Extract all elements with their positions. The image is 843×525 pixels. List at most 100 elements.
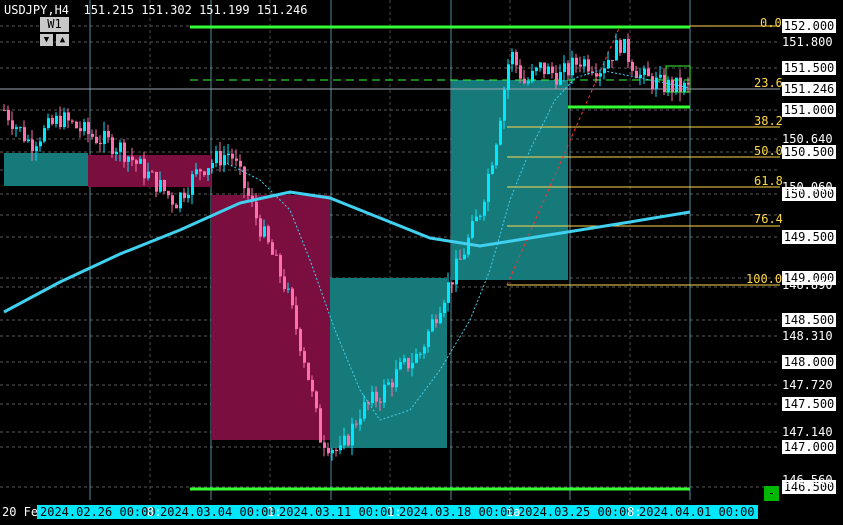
candle-body [143, 158, 146, 179]
candle-body [519, 65, 522, 79]
candle-body [239, 160, 242, 167]
candle-body [447, 282, 450, 303]
candle-body [559, 72, 562, 85]
candle-body [131, 156, 134, 161]
fibonacci-level-label: 23.6 [754, 76, 783, 90]
candle-body [303, 351, 306, 363]
candle-body [119, 142, 122, 152]
candle-body [535, 67, 538, 71]
candle-body [511, 52, 514, 65]
price-tick-label: 150.060 [782, 180, 833, 194]
candle-body [163, 180, 166, 192]
candle-body [79, 128, 82, 132]
candle-body [495, 144, 498, 166]
session-box [330, 278, 447, 448]
candle-body [531, 70, 534, 82]
candle-body [271, 242, 274, 255]
candle-body [19, 127, 22, 129]
price-tick-label: 147.140 [782, 425, 833, 439]
candle-body [323, 442, 326, 448]
fibonacci-level-label: 100.0 [746, 272, 783, 286]
timeframe-box[interactable]: W1 [40, 17, 69, 32]
price-tick-label: 150.640 [782, 132, 833, 146]
candle-body [351, 423, 354, 446]
scroll-down-arrow-icon[interactable]: ▼ [40, 34, 53, 46]
chart-window[interactable]: USDJPY,H4 151.215 151.302 151.199 151.24… [0, 0, 843, 525]
candle-body [287, 288, 290, 290]
candle-body [127, 156, 130, 162]
price-chart-canvas[interactable] [0, 0, 843, 525]
candle-body [51, 118, 54, 124]
candle-body [515, 52, 518, 66]
candle-body [187, 194, 190, 199]
candle-body [107, 131, 110, 138]
session-box [4, 153, 88, 186]
ohlc-values: 151.215 151.302 151.199 151.246 [83, 3, 308, 17]
price-level-label: 151.000 [782, 103, 836, 117]
candle-body [227, 153, 230, 156]
price-level-label: 147.000 [782, 440, 836, 454]
candle-body [311, 379, 314, 392]
candle-body [259, 218, 262, 237]
candle-body [15, 127, 18, 129]
candle-body [431, 319, 434, 332]
candle-body [451, 282, 454, 285]
candle-body [355, 423, 358, 425]
candle-body [507, 64, 510, 90]
candle-body [471, 221, 474, 238]
candle-body [339, 445, 342, 451]
candle-body [231, 153, 234, 159]
candle-body [243, 166, 246, 189]
price-level-label: 149.500 [782, 230, 836, 244]
candle-body [263, 226, 266, 237]
chart-corner-button[interactable]: - [764, 486, 779, 501]
candle-body [139, 158, 142, 164]
candle-body [343, 435, 346, 446]
candle-body [283, 276, 286, 290]
candle-body [235, 158, 238, 161]
fibonacci-level-label: 76.4 [754, 212, 783, 226]
candle-body [487, 173, 490, 202]
candle-body [191, 174, 194, 195]
time-label-fragment: 8: [147, 505, 162, 519]
candle-body [275, 254, 278, 256]
candle-body [411, 362, 414, 369]
time-label: 2024.03.11 00:00 [276, 505, 398, 519]
candle-body [663, 74, 666, 93]
scroll-up-arrow-icon[interactable]: ▲ [56, 34, 69, 46]
candle-body [647, 68, 650, 77]
candle-body [387, 382, 390, 385]
candle-body [315, 391, 318, 409]
candle-body [147, 171, 150, 179]
candle-body [183, 192, 186, 199]
candle-body [31, 139, 34, 152]
candle-body [35, 146, 38, 152]
candle-body [655, 77, 658, 90]
candle-body [643, 68, 646, 75]
price-tick-label: 148.310 [782, 329, 833, 343]
candle-body [667, 79, 670, 93]
candle-body [627, 39, 630, 62]
candle-body [39, 141, 42, 147]
candle-body [467, 237, 470, 255]
candle-body [687, 82, 690, 85]
candle-body [379, 401, 382, 403]
candle-body [27, 139, 30, 142]
candle-body [671, 79, 674, 92]
candle-body [399, 362, 402, 370]
candle-body [307, 362, 310, 380]
candle-body [347, 435, 350, 446]
candle-body [295, 305, 298, 330]
candle-body [499, 120, 502, 145]
fibonacci-level-label: 50.0 [754, 144, 783, 158]
candle-body [203, 171, 206, 175]
candle-body [595, 73, 598, 77]
candle-body [619, 40, 622, 53]
candle-body [427, 331, 430, 347]
price-level-label: 151.500 [782, 61, 836, 75]
candle-body [135, 160, 138, 164]
candle-body [371, 391, 374, 404]
candle-body [111, 137, 114, 155]
candle-body [171, 195, 174, 205]
price-tick-label: 147.720 [782, 378, 833, 392]
